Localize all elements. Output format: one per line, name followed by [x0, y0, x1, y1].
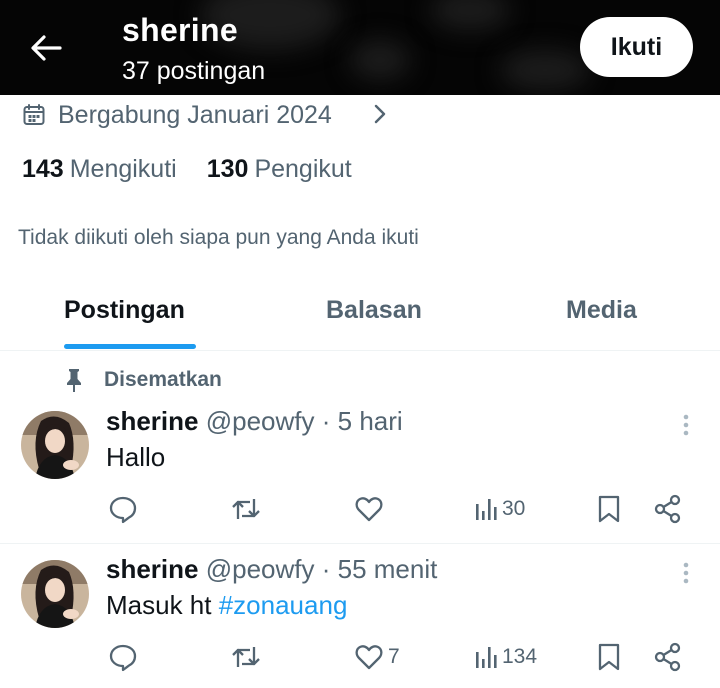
views-count: 134 [502, 645, 538, 668]
post-author-handle[interactable]: @peowfy [206, 406, 315, 436]
tab-posts[interactable]: Postingan [64, 296, 185, 325]
views-count: 30 [502, 497, 526, 520]
more-vertical-icon [683, 562, 689, 584]
post-author-name[interactable]: sherine [106, 406, 199, 436]
views-icon [476, 647, 497, 668]
post-author-name[interactable]: sherine [106, 554, 199, 584]
post-timestamp[interactable]: · 5 hari [322, 406, 403, 436]
hashtag-link[interactable]: #zonauang [219, 590, 348, 620]
back-arrow-icon [31, 35, 62, 61]
bookmark-icon [598, 643, 620, 671]
like-count: 7 [388, 645, 400, 668]
pinned-label-row: Disematkan [64, 367, 222, 393]
reply-button[interactable] [108, 642, 138, 672]
active-tab-indicator [64, 344, 196, 349]
join-date-row[interactable]: Bergabung Januari 2024 [22, 98, 332, 132]
post-text: Masuk ht #zonauang [106, 590, 348, 620]
views-button[interactable]: 30 [474, 494, 525, 524]
bookmark-button[interactable] [596, 494, 622, 524]
reply-icon [109, 644, 137, 672]
followers-stat[interactable]: 130 Pengikut [207, 155, 352, 184]
following-stat[interactable]: 143 Mengikuti [22, 155, 177, 184]
share-icon [654, 642, 681, 672]
post-timestamp[interactable]: · 55 menit [322, 554, 438, 584]
repost-icon [232, 647, 260, 667]
avatar[interactable] [21, 411, 89, 479]
post-header: sherine @peowfy · 55 menit [106, 554, 437, 585]
follow-button[interactable]: Ikuti [580, 17, 693, 77]
share-icon [654, 494, 681, 524]
pin-icon [67, 369, 81, 392]
mutual-followers-note: Tidak diikuti oleh siapa pun yang Anda i… [18, 226, 419, 249]
views-icon [476, 499, 497, 520]
tab-media[interactable]: Media [566, 296, 637, 325]
pinned-text: Disematkan [104, 368, 222, 391]
back-button[interactable] [18, 22, 74, 74]
like-icon [355, 497, 383, 522]
post-author-handle[interactable]: @peowfy [206, 554, 315, 584]
reply-button[interactable] [108, 494, 138, 524]
like-button[interactable] [354, 494, 388, 524]
post-more-button[interactable] [676, 558, 696, 588]
views-button[interactable]: 134 [474, 642, 537, 672]
header-post-count: 37 postingan [122, 57, 266, 85]
post-divider [0, 543, 720, 544]
repost-button[interactable] [230, 494, 262, 524]
join-date-text: Bergabung Januari 2024 [58, 100, 332, 129]
reply-icon [109, 496, 137, 524]
like-icon [355, 645, 383, 670]
chevron-right-icon [370, 102, 390, 131]
share-button[interactable] [654, 642, 682, 672]
calendar-icon [23, 104, 45, 125]
post-header: sherine @peowfy · 5 hari [106, 406, 403, 437]
repost-button[interactable] [230, 642, 262, 672]
tabs-divider [0, 350, 720, 351]
share-button[interactable] [654, 494, 682, 524]
tab-replies[interactable]: Balasan [326, 296, 422, 325]
bookmark-icon [598, 495, 620, 523]
post-text: Hallo [106, 442, 166, 472]
repost-icon [232, 499, 260, 519]
post-more-button[interactable] [676, 410, 696, 440]
follow-stats: 143 Mengikuti 130 Pengikut [22, 155, 352, 184]
header-profile-name: sherine [122, 12, 238, 48]
like-button[interactable]: 7 [354, 642, 400, 672]
avatar[interactable] [21, 560, 89, 628]
bookmark-button[interactable] [596, 642, 622, 672]
more-vertical-icon [683, 414, 689, 436]
